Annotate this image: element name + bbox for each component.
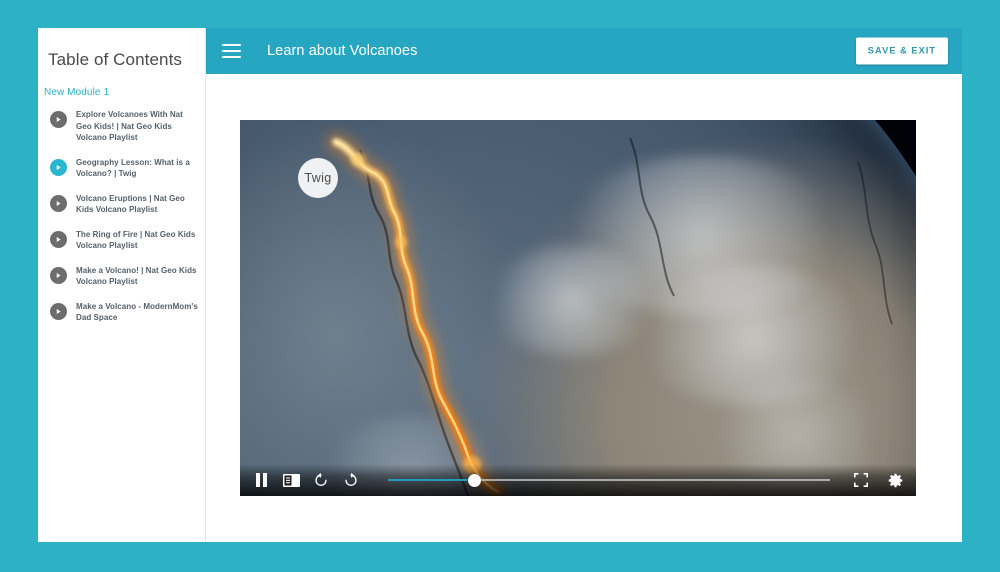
forward-icon[interactable]: [340, 469, 362, 491]
app-header: Learn about Volcanoes SAVE & EXIT: [206, 28, 962, 74]
twig-watermark: Twig: [298, 158, 338, 198]
toc-list: Explore Volcanoes With Nat Geo Kids! | N…: [38, 109, 205, 324]
progress-slider[interactable]: [388, 469, 830, 491]
play-circle-icon: [50, 230, 67, 248]
video-controls-bar: [240, 464, 916, 496]
sidebar-item-1[interactable]: Geography Lesson: What is a Volcano? | T…: [38, 157, 205, 180]
sidebar-item-2[interactable]: Volcano Eruptions | Nat Geo Kids Volcano…: [38, 193, 205, 216]
fullscreen-icon[interactable]: [850, 469, 872, 491]
right-controls: [838, 469, 906, 491]
rewind-icon[interactable]: [310, 469, 332, 491]
video-player[interactable]: Twig: [240, 120, 916, 496]
main-content: Learn about Volcanoes SAVE & EXIT Twig: [206, 28, 962, 542]
sidebar-item-label: Make a Volcano! | Nat Geo Kids Volcano P…: [76, 265, 197, 287]
play-circle-icon: [50, 302, 67, 320]
progress-fill: [388, 479, 475, 481]
play-circle-icon: [50, 111, 67, 128]
sidebar-item-label: Volcano Eruptions | Nat Geo Kids Volcano…: [76, 193, 185, 215]
progress-handle[interactable]: [467, 473, 481, 487]
module-label[interactable]: New Module 1: [38, 70, 205, 98]
hamburger-menu-icon[interactable]: [222, 44, 241, 58]
sidebar-item-label: Geography Lesson: What is a Volcano? | T…: [76, 157, 190, 179]
table-of-contents-sidebar: Table of Contents New Module 1 Explore V…: [38, 28, 206, 542]
gear-icon[interactable]: [884, 469, 906, 491]
sidebar-item-4[interactable]: Make a Volcano! | Nat Geo Kids Volcano P…: [38, 265, 205, 288]
sidebar-item-label: Make a Volcano - ModernMom's Dad Space: [76, 301, 198, 323]
header-title: Learn about Volcanoes: [267, 43, 418, 59]
play-circle-icon: [50, 158, 67, 176]
save-and-exit-button[interactable]: SAVE & EXIT: [855, 37, 948, 65]
video-stage: Twig: [206, 74, 962, 542]
page-title: Table of Contents: [48, 50, 183, 69]
app-card: Table of Contents New Module 1 Explore V…: [38, 28, 962, 542]
play-circle-icon: [50, 266, 67, 284]
pause-icon[interactable]: [250, 469, 272, 491]
sidebar-item-5[interactable]: Make a Volcano - ModernMom's Dad Space: [38, 301, 205, 324]
page-background: Table of Contents New Module 1 Explore V…: [0, 0, 1000, 572]
play-circle-icon: [50, 194, 67, 212]
sidebar-item-label: The Ring of Fire | Nat Geo Kids Volcano …: [76, 229, 196, 251]
earth-globe: [240, 120, 916, 496]
sidebar-item-label: Explore Volcanoes With Nat Geo Kids! | N…: [76, 110, 183, 142]
sidebar-item-3[interactable]: The Ring of Fire | Nat Geo Kids Volcano …: [38, 229, 205, 252]
captions-icon[interactable]: [280, 469, 302, 491]
sidebar-item-0[interactable]: Explore Volcanoes With Nat Geo Kids! | N…: [38, 109, 205, 144]
